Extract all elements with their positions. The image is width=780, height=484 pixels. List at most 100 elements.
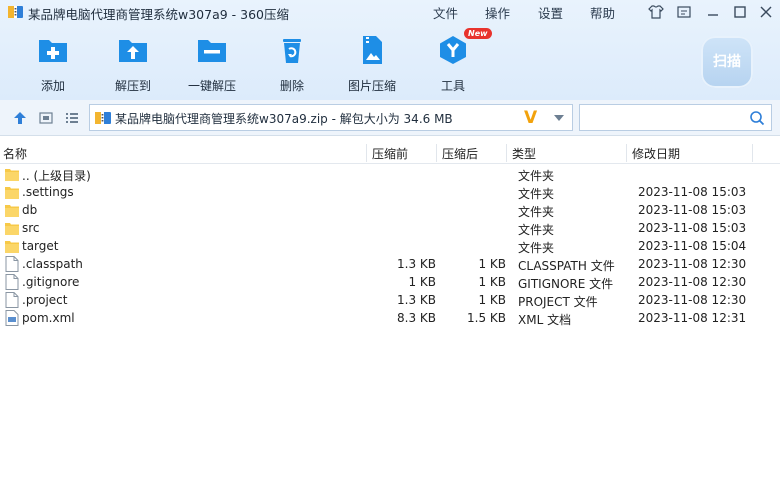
tools-label: 工具 (440, 79, 465, 93)
one-click-extract-label: 一键解压 (187, 79, 236, 93)
file-type: 文件夹 (518, 187, 555, 201)
column-divider[interactable] (366, 144, 367, 162)
file-modified: 2023-11-08 12:30 (638, 257, 747, 271)
folder-row[interactable]: target 文件夹 2023-11-08 15:04 (0, 237, 780, 255)
file-type: GITIGNORE 文件 (518, 277, 614, 291)
file-name: src (22, 221, 40, 235)
xml-file-icon (5, 310, 19, 326)
title-bar: 某品牌电脑代理商管理系统w307a9 - 360压缩 文件 操作 设置 帮助 (0, 0, 780, 24)
menu-help[interactable]: 帮助 (590, 3, 615, 22)
image-compress-button[interactable]: 图片压缩 (337, 34, 407, 94)
file-modified: 2023-11-08 12:31 (638, 311, 747, 325)
window-title: 某品牌电脑代理商管理系统w307a9 - 360压缩 (28, 7, 290, 22)
file-icon (5, 292, 19, 308)
archive-path: 某品牌电脑代理商管理系统w307a9.zip - 解包大小为 34.6 MB (115, 112, 453, 126)
file-icon (5, 274, 19, 290)
minimize-icon[interactable] (704, 3, 722, 21)
column-divider[interactable] (752, 144, 753, 162)
folder-icon (5, 220, 19, 236)
app-zip-icon (8, 6, 23, 18)
file-name: .project (22, 293, 68, 307)
add-icon (39, 40, 67, 62)
menu-settings[interactable]: 设置 (538, 3, 563, 22)
path-field[interactable]: 某品牌电脑代理商管理系统w307a9.zip - 解包大小为 34.6 MB V (89, 104, 573, 131)
search-icon[interactable] (749, 110, 765, 126)
add-label: 添加 (40, 79, 65, 93)
folder-row[interactable]: src 文件夹 2023-11-08 15:03 (0, 219, 780, 237)
delete-icon (283, 39, 301, 63)
new-badge: New (464, 28, 492, 39)
file-modified: 2023-11-08 12:30 (638, 275, 747, 289)
file-name: .gitignore (22, 275, 80, 289)
menu-operation[interactable]: 操作 (485, 3, 510, 22)
file-modified: 2023-11-08 15:03 (638, 203, 747, 217)
file-modified: 2023-11-08 12:30 (638, 293, 747, 307)
file-size: 1 KB (408, 275, 436, 289)
maximize-icon[interactable] (731, 3, 749, 21)
scan-button[interactable]: 扫描 (701, 36, 753, 88)
file-name: .. (上级目录) (22, 169, 91, 183)
file-type: XML 文档 (518, 313, 572, 327)
extract-to-icon (119, 40, 147, 62)
file-type: 文件夹 (518, 241, 555, 255)
file-row[interactable]: .classpath 1.3 KB 1 KB CLASSPATH 文件 2023-11-… (0, 255, 780, 273)
file-packed-size: 1 KB (478, 293, 506, 307)
file-icon (5, 256, 19, 272)
extract-to-label: 解压到 (114, 79, 151, 93)
search-input[interactable] (579, 104, 772, 131)
image-compress-icon (363, 36, 382, 64)
file-type: 文件夹 (518, 205, 555, 219)
list-view-icon[interactable] (64, 110, 80, 126)
zip-archive-icon (95, 112, 111, 124)
column-size[interactable]: 压缩前 (372, 145, 408, 162)
file-name: .classpath (22, 257, 83, 271)
up-arrow-icon[interactable] (12, 110, 28, 126)
file-row[interactable]: .gitignore 1 KB 1 KB GITIGNORE 文件 2023-11-08… (0, 273, 780, 291)
file-type: 文件夹 (518, 169, 555, 183)
delete-label: 删除 (279, 79, 304, 93)
folder-row[interactable]: .. (上级目录) 文件夹 (0, 165, 780, 183)
column-name[interactable]: 名称 (3, 145, 27, 162)
column-divider[interactable] (506, 144, 507, 162)
menu-file[interactable]: 文件 (433, 3, 458, 22)
skin-shirt-icon[interactable] (647, 3, 665, 21)
file-size: 1.3 KB (397, 257, 436, 271)
close-icon[interactable] (757, 3, 775, 21)
column-divider[interactable] (436, 144, 437, 162)
folder-row[interactable]: db 文件夹 2023-11-08 15:03 (0, 201, 780, 219)
folder-icon (5, 238, 19, 254)
file-name: db (22, 203, 38, 217)
column-mtime[interactable]: 修改日期 (632, 145, 680, 162)
file-list-header: 名称 压缩前 压缩后 类型 修改日期 (0, 142, 780, 164)
one-click-extract-icon (198, 40, 226, 62)
thumbnail-view-icon[interactable] (38, 110, 54, 126)
file-size: 8.3 KB (397, 311, 436, 325)
path-dropdown-icon[interactable] (554, 115, 564, 121)
v-mark-icon[interactable]: V (524, 108, 537, 128)
file-size: 1.3 KB (397, 293, 436, 307)
file-modified: 2023-11-08 15:04 (638, 239, 747, 253)
file-packed-size: 1 KB (478, 257, 506, 271)
folder-icon (5, 166, 19, 182)
file-row[interactable]: .project 1.3 KB 1 KB PROJECT 文件 2023-11-08 1… (0, 291, 780, 309)
image-compress-label: 图片压缩 (347, 79, 396, 93)
folder-icon (5, 184, 19, 200)
delete-button[interactable]: 删除 (257, 34, 327, 94)
folder-icon (5, 202, 19, 218)
file-modified: 2023-11-08 15:03 (638, 185, 747, 199)
add-button[interactable]: 添加 (18, 34, 88, 94)
file-name: .settings (22, 185, 74, 199)
extract-to-button[interactable]: 解压到 (98, 34, 168, 94)
column-packed[interactable]: 压缩后 (442, 145, 478, 162)
folder-row[interactable]: .settings 文件夹 2023-11-08 15:03 (0, 183, 780, 201)
column-type[interactable]: 类型 (512, 145, 536, 162)
tools-icon (440, 36, 466, 64)
feedback-icon[interactable] (675, 3, 693, 21)
column-divider[interactable] (626, 144, 627, 162)
file-row[interactable]: pom.xml 8.3 KB 1.5 KB XML 文档 2023-11-08 12:3… (0, 309, 780, 327)
tools-button[interactable]: New 工具 (418, 28, 492, 94)
file-type: 文件夹 (518, 223, 555, 237)
file-type: CLASSPATH 文件 (518, 259, 615, 273)
file-packed-size: 1.5 KB (467, 311, 506, 325)
one-click-extract-button[interactable]: 一键解压 (177, 34, 247, 94)
